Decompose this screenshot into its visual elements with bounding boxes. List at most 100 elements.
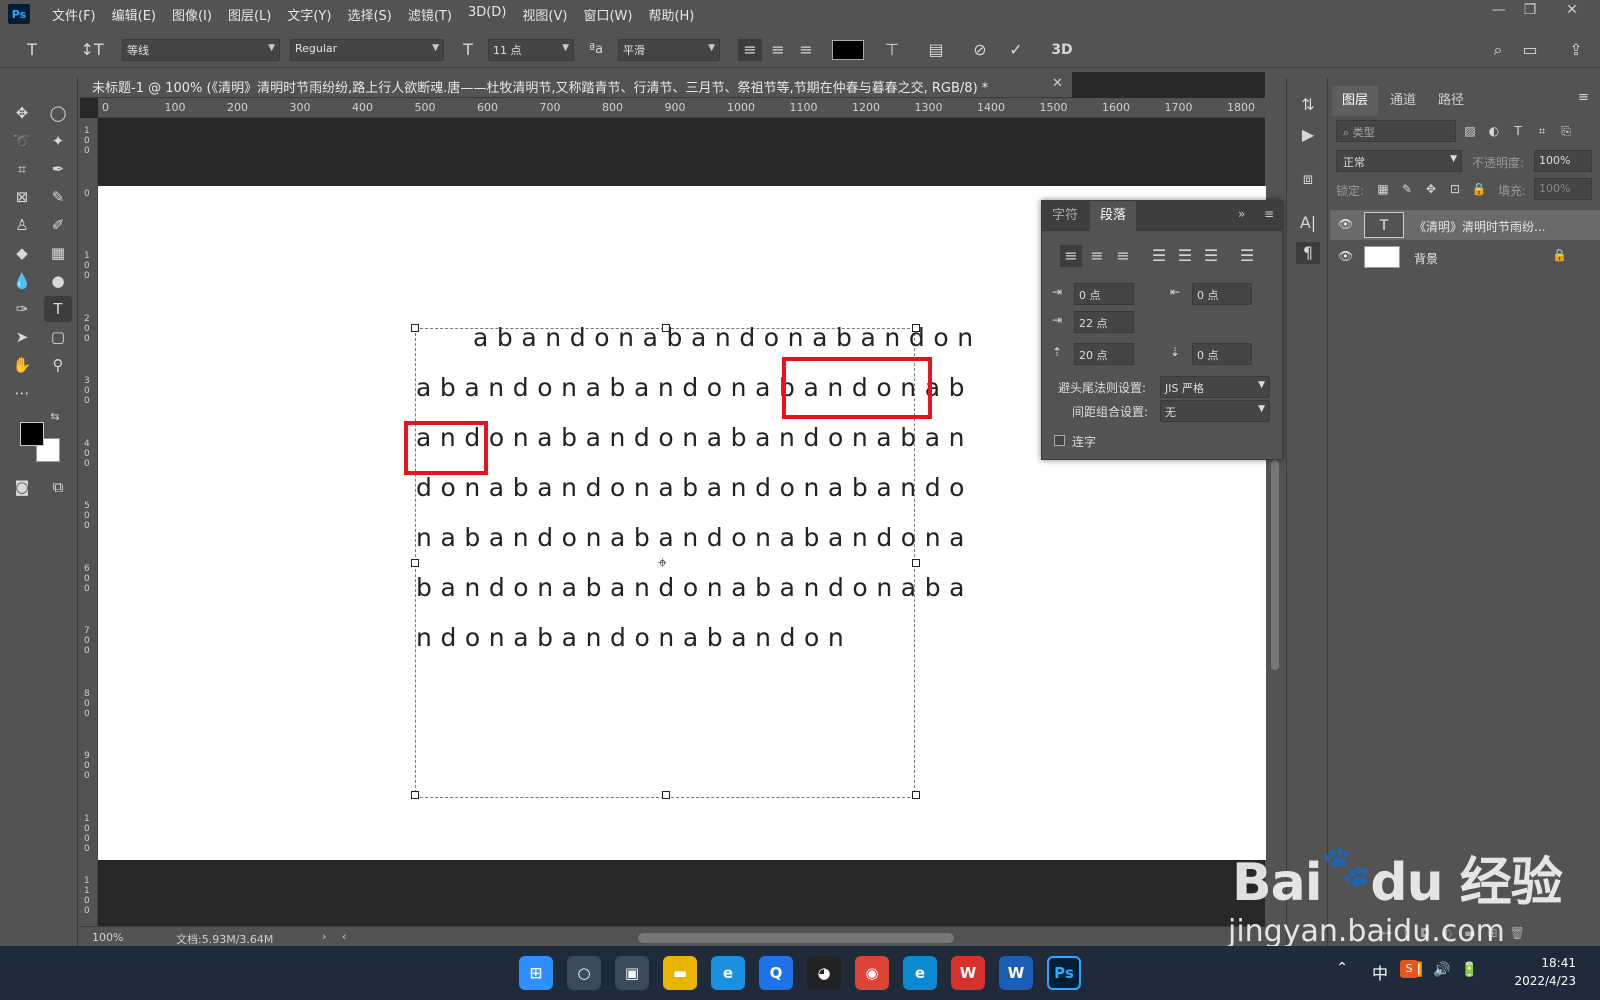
lasso-tool-icon[interactable]: ➰ (8, 128, 36, 154)
photoshop-icon[interactable]: Ps (1047, 956, 1081, 990)
shape-tool-icon[interactable]: ▢ (44, 324, 72, 350)
justify-last-center-icon[interactable]: ☰ (1174, 245, 1196, 267)
eyedropper-icon[interactable]: ✒ (44, 156, 72, 182)
text-color-swatch[interactable] (832, 40, 864, 60)
warp-text-icon[interactable]: ⊤ (880, 39, 904, 61)
visibility-eye-icon[interactable]: 👁 (1338, 217, 1353, 231)
zoom-tool-icon[interactable]: ⚲ (44, 352, 72, 378)
gradient-tool-icon[interactable]: ▦ (44, 240, 72, 266)
search-icon[interactable]: ⌕ (1486, 39, 1510, 61)
filter-pixel-icon[interactable]: ▨ (1460, 120, 1480, 142)
search-icon[interactable]: ○ (567, 956, 601, 990)
kinsoku-select[interactable]: JIS 严格 ▼ (1160, 376, 1270, 398)
tab-character[interactable]: 字符 (1042, 201, 1088, 231)
zoom-level[interactable]: 100% (92, 931, 123, 944)
indent-left-field[interactable]: 0 点 (1074, 283, 1134, 305)
close-icon[interactable]: ✕ (1560, 2, 1584, 18)
file-explorer-icon[interactable]: ▬ (663, 956, 697, 990)
mojikumi-select[interactable]: 无 ▼ (1160, 400, 1270, 422)
antialias-select[interactable]: 平滑 ▼ (618, 39, 720, 61)
blend-mode-select[interactable]: 正常 ▼ (1336, 150, 1462, 172)
status-arrow-icon[interactable]: › (322, 930, 326, 943)
sogou-icon[interactable]: S (1400, 960, 1418, 978)
qq-browser-icon[interactable]: Q (759, 956, 793, 990)
tab-channels[interactable]: 通道 (1380, 86, 1426, 116)
screen-mode-icon[interactable]: ⧉ (44, 474, 72, 500)
stamp-tool-icon[interactable]: ♙ (8, 212, 36, 238)
menu-item[interactable]: 选择(S) (339, 5, 399, 24)
handle-left[interactable] (411, 559, 419, 567)
menu-item[interactable]: 窗口(W) (575, 5, 640, 24)
system-clock[interactable]: 18:41 2022/4/23 (1514, 954, 1576, 990)
lock-pixels-icon[interactable]: ▦ (1374, 178, 1392, 200)
hand-tool-icon[interactable]: ✋ (8, 352, 36, 378)
handle-bottom[interactable] (662, 791, 670, 799)
qq-icon[interactable]: ◕ (807, 956, 841, 990)
menu-item[interactable]: 帮助(H) (640, 5, 702, 24)
handle-bottom-right[interactable] (912, 791, 920, 799)
chrome-icon[interactable]: ◉ (855, 956, 889, 990)
filter-shape-icon[interactable]: ⌗ (1532, 120, 1552, 142)
marquee-tool-icon[interactable]: ◯ (44, 100, 72, 126)
more-tools-icon[interactable]: ⋯ (8, 380, 36, 406)
lock-all-icon[interactable]: 🔒 (1470, 178, 1488, 200)
paragraph-panel-icon[interactable]: ¶ (1296, 242, 1320, 264)
indent-right-field[interactable]: 0 点 (1192, 283, 1252, 305)
font-family-select[interactable]: 等线 ▼ (122, 39, 280, 61)
scrollbar-thumb[interactable] (1271, 460, 1279, 670)
menu-item[interactable]: 编辑(E) (104, 5, 164, 24)
opacity-field[interactable]: 100% (1534, 150, 1592, 172)
layer-name[interactable]: 《清明》清明时节雨纷... (1414, 218, 1545, 235)
actions-panel-icon[interactable]: ▶ (1296, 124, 1320, 146)
lock-position-icon[interactable]: ✥ (1422, 178, 1440, 200)
workspace-icon[interactable]: ▭ (1518, 39, 1542, 61)
ie-browser-icon[interactable]: e (711, 956, 745, 990)
para-align-right-icon[interactable]: ≡ (1112, 245, 1134, 267)
menu-item[interactable]: 3D(D) (460, 5, 514, 24)
document-tab[interactable]: 未标题-1 @ 100% (《清明》清明时节雨纷纷,路上行人欲断魂.唐——杜牧清… (80, 72, 1072, 98)
para-align-left-icon[interactable]: ≡ (1060, 245, 1082, 267)
layer-name[interactable]: 背景 (1414, 250, 1438, 267)
magic-wand-icon[interactable]: ✦ (44, 128, 72, 154)
text-bounding-box[interactable]: ⌖ abandonabandonabandon abandonabandonaba… (404, 323, 973, 799)
layers-menu-icon[interactable]: ≡ (1578, 90, 1589, 105)
handle-right[interactable] (912, 559, 920, 567)
font-style-select[interactable]: Regular ▼ (290, 39, 444, 61)
fill-field[interactable]: 100% (1534, 178, 1592, 200)
layer-row[interactable]: 👁 T 《清明》清明时节雨纷... (1330, 210, 1600, 240)
brush-tool-icon[interactable]: ✎ (44, 184, 72, 210)
task-view-icon[interactable]: ▣ (615, 956, 649, 990)
handle-top-left[interactable] (411, 324, 419, 332)
hyphenate-checkbox[interactable] (1054, 435, 1065, 446)
pen-tool-icon[interactable]: ✑ (8, 296, 36, 322)
justify-last-left-icon[interactable]: ☰ (1148, 245, 1170, 267)
frame-tool-icon[interactable]: ⊠ (8, 184, 36, 210)
tab-layers[interactable]: 图层 (1332, 86, 1379, 116)
type-tool-preset-icon[interactable]: T (20, 39, 44, 61)
edge-icon[interactable]: e (903, 956, 937, 990)
justify-all-icon[interactable]: ☰ (1236, 245, 1258, 267)
tab-paragraph[interactable]: 段落 (1090, 201, 1137, 231)
layer-row[interactable]: 👁 背景 🔒 (1330, 242, 1600, 272)
share-icon[interactable]: ⇪ (1564, 39, 1588, 61)
history-panel-icon[interactable]: ⇅ (1296, 94, 1320, 116)
menu-item[interactable]: 文件(F) (44, 5, 104, 24)
tray-icons[interactable]: 📶🔊🔋 (1406, 962, 1488, 978)
restore-icon[interactable]: ❐ (1518, 2, 1542, 18)
path-select-icon[interactable]: ➤ (8, 324, 36, 350)
font-size-select[interactable]: 11 点 ▼ (488, 39, 574, 61)
filter-adjustment-icon[interactable]: ◐ (1484, 120, 1504, 142)
filter-smart-icon[interactable]: ⎘ (1556, 120, 1576, 142)
menu-item[interactable]: 图层(L) (220, 5, 279, 24)
scroll-left-icon[interactable]: ‹ (342, 930, 346, 943)
3d-button[interactable]: 3D (1048, 39, 1076, 61)
menu-item[interactable]: 文字(Y) (279, 5, 339, 24)
dodge-tool-icon[interactable]: ● (44, 268, 72, 294)
3d-panel-icon[interactable]: ⧈ (1296, 168, 1320, 190)
horizontal-scrollbar-thumb[interactable] (638, 933, 954, 943)
minimize-icon[interactable]: — (1487, 2, 1511, 18)
space-before-field[interactable]: 20 点 (1074, 343, 1134, 365)
menu-item[interactable]: 滤镜(T) (400, 5, 460, 24)
menu-item[interactable]: 图像(I) (164, 5, 220, 24)
character-panel-icon[interactable]: A| (1296, 212, 1320, 234)
